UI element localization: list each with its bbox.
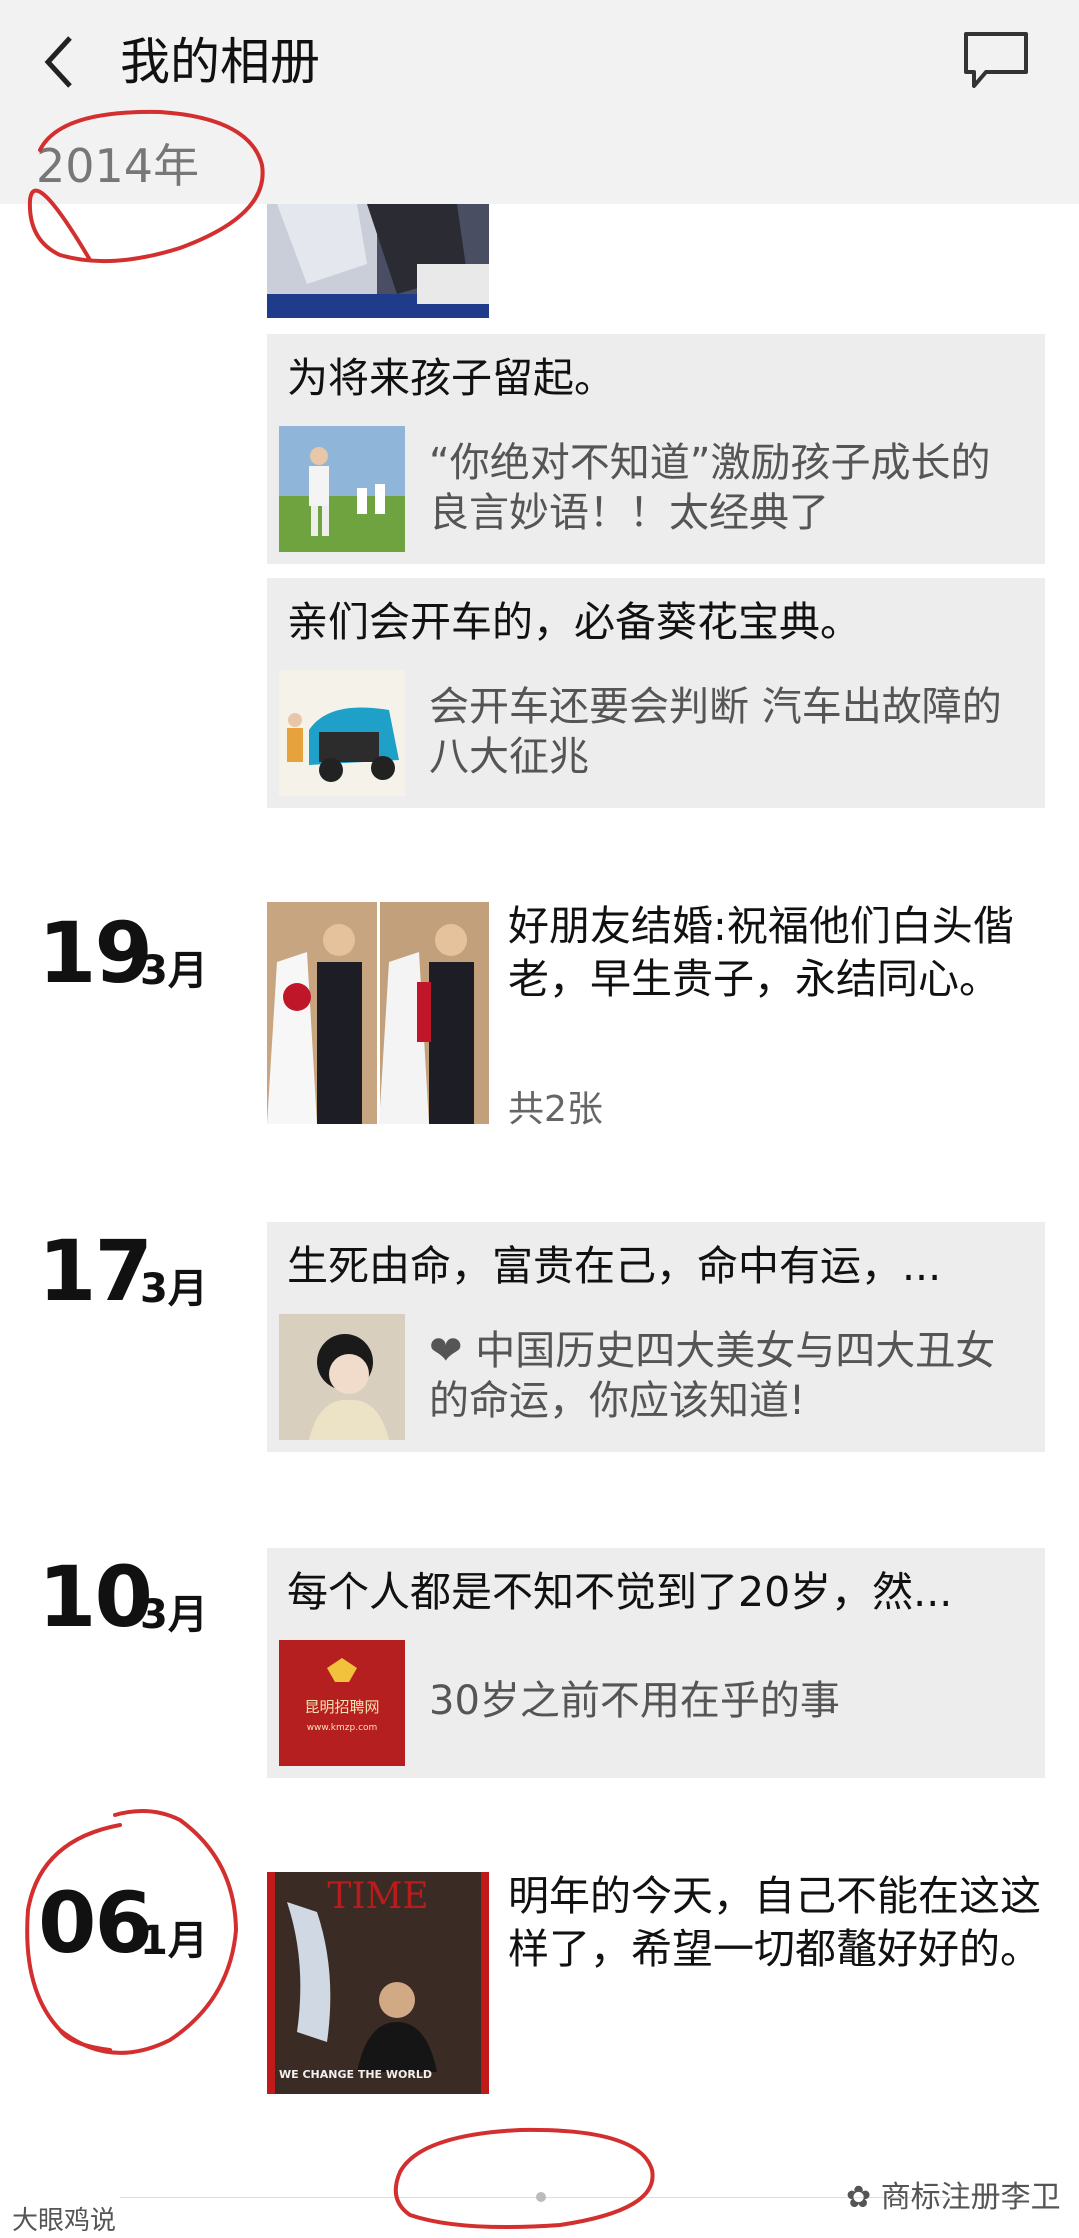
shared-article-card[interactable]: 为将来孩子留起。 “你绝对不知道”激励孩子成长的良言妙语！！太经典了 xyxy=(267,334,1045,564)
top-bar: 我的相册 xyxy=(0,0,1079,129)
photo-thumbnail[interactable] xyxy=(267,204,489,318)
day-number: 19 xyxy=(38,904,153,1002)
photo-thumbnail[interactable]: TIME WE CHANGE THE WORLD xyxy=(267,1872,489,2094)
post-text: 明年的今天，自己不能在这这样了，希望一切都鼇好好的。 xyxy=(508,1872,1041,1973)
article-title: 30岁之前不用在乎的事 xyxy=(429,1678,840,1724)
page-title: 我的相册 xyxy=(120,33,320,91)
message-icon[interactable] xyxy=(960,26,1032,94)
chevron-left-icon[interactable] xyxy=(32,22,92,102)
article-thumbnail xyxy=(279,670,405,796)
loading-dot xyxy=(536,2192,546,2202)
watermark-text: 大眼鸡说 xyxy=(12,2206,117,2236)
month-label: 3月 xyxy=(140,1592,208,1638)
thumbnail-caption: WE CHANGE THE WORLD xyxy=(279,2068,432,2081)
post-title: 每个人都是不知不觉到了20岁，然... xyxy=(287,1568,953,1616)
year-header: 2014年 xyxy=(0,128,1079,204)
post-title: 为将来孩子留起。 xyxy=(287,354,615,402)
article-title: 会开车还要会判断 汽车出故障的八大征兆 xyxy=(429,684,1002,780)
photo-count: 共2张 xyxy=(508,1089,603,1130)
month-label: 3月 xyxy=(140,1266,208,1312)
shared-article-card[interactable]: 生死由命，富贵在己，命中有运，... ❤ 中国历史四大美女与四大丑女的命运，你应… xyxy=(267,1222,1045,1452)
watermark-right: ✿ 商标注册李卫 xyxy=(846,2172,1061,2216)
shared-article-card[interactable]: 每个人都是不知不觉到了20岁，然... 昆明招聘网 www.kmzp.com 3… xyxy=(267,1548,1045,1778)
thumbnail-magazine-title: TIME xyxy=(327,1876,428,1917)
thumbnail-url: www.kmzp.com xyxy=(307,1723,378,1733)
article-thumbnail: 昆明招聘网 www.kmzp.com xyxy=(279,1640,405,1766)
post-text: 好朋友结婚:祝福他们白头偕老，早生贵子，永结同心。 xyxy=(508,902,1014,1003)
wechat-icon: ✿ xyxy=(846,2180,881,2215)
day-number: 17 xyxy=(38,1222,153,1320)
article-title: “你绝对不知道”激励孩子成长的良言妙语！！太经典了 xyxy=(429,440,991,536)
watermark-text: 商标注册李卫 xyxy=(880,2180,1061,2215)
post-title: 亲们会开车的，必备葵花宝典。 xyxy=(287,598,861,646)
article-title: ❤ 中国历史四大美女与四大丑女的命运，你应该知道! xyxy=(429,1328,996,1424)
month-label: 3月 xyxy=(140,948,208,994)
watermark-left: 大眼鸡说 xyxy=(12,2200,116,2237)
day-number: 10 xyxy=(38,1548,153,1646)
article-thumbnail xyxy=(279,426,405,552)
thumbnail-brand: 昆明招聘网 xyxy=(304,1698,379,1716)
day-number: 06 xyxy=(38,1874,153,1972)
photo-thumbnail[interactable] xyxy=(267,902,489,1124)
shared-article-card[interactable]: 亲们会开车的，必备葵花宝典。 会开车还要会判断 汽车出故障的八大征兆 xyxy=(267,578,1045,808)
month-label: 1月 xyxy=(140,1918,208,1964)
post-title: 生死由命，富贵在己，命中有运，... xyxy=(287,1242,942,1290)
year-label: 2014年 xyxy=(36,139,200,193)
article-thumbnail xyxy=(279,1314,405,1440)
